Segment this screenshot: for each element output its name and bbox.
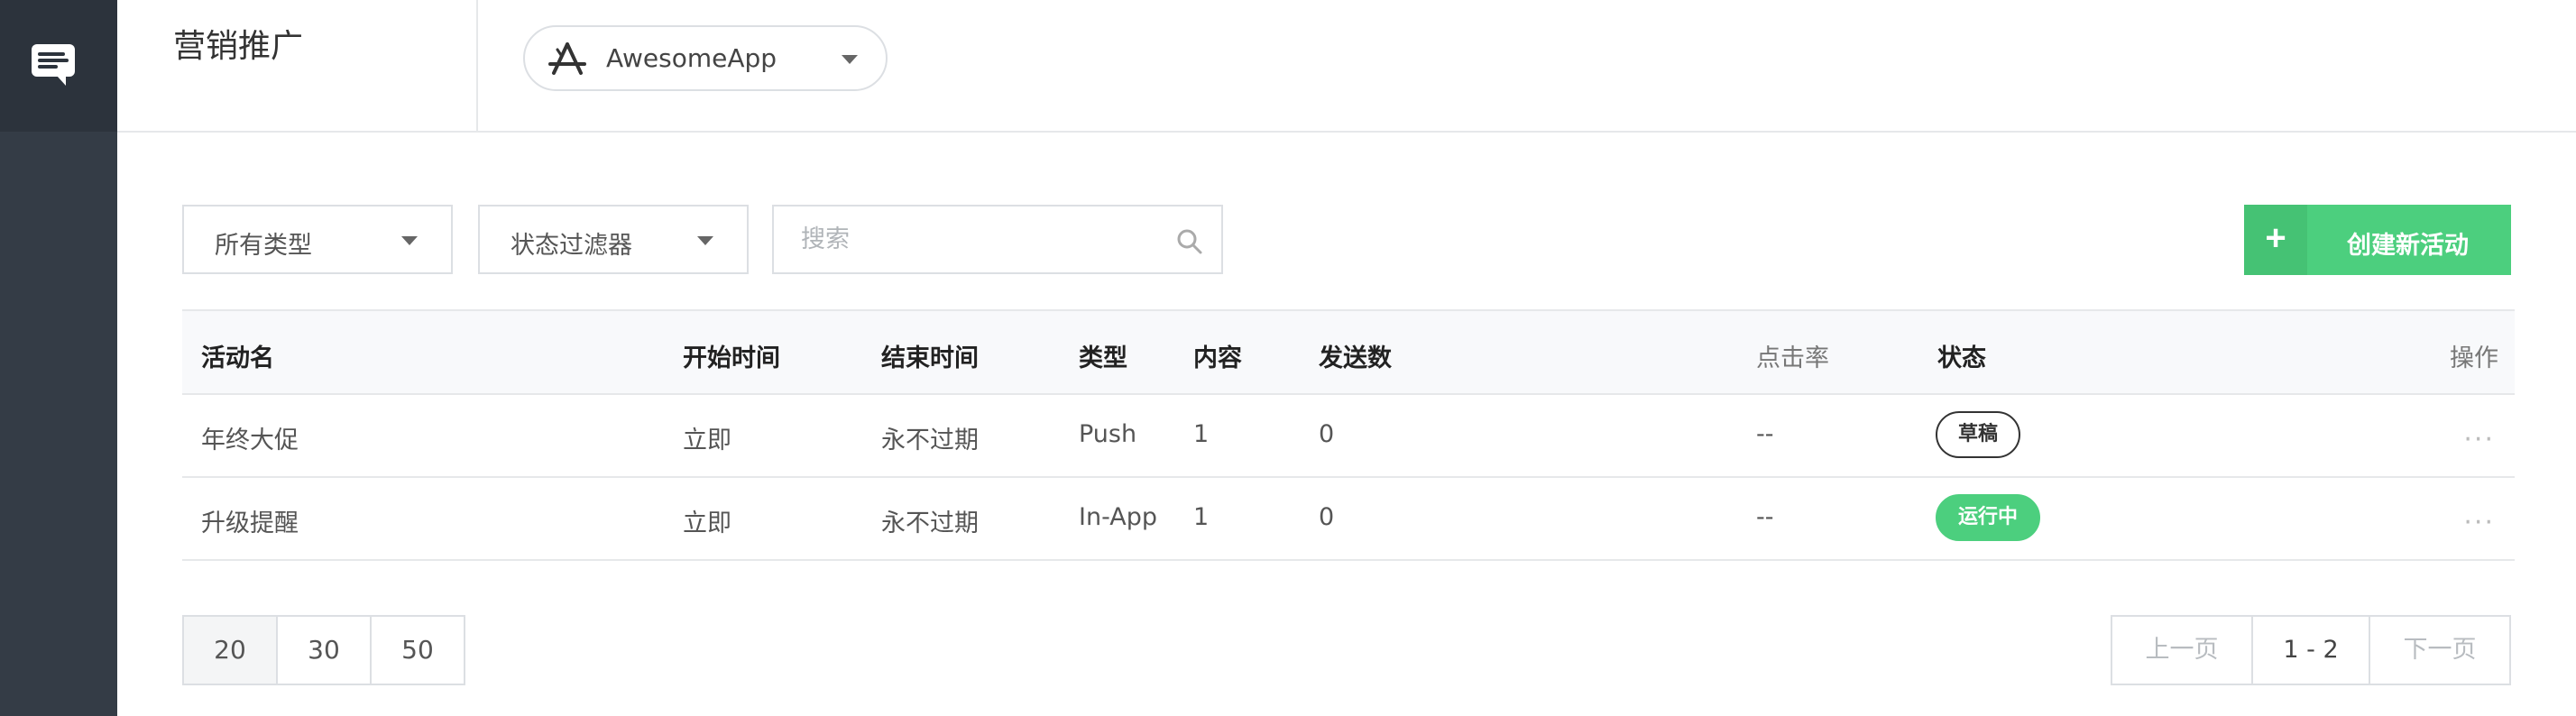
sent-count: 0	[1319, 420, 1335, 448]
next-page-button[interactable]: 下一页	[2369, 615, 2511, 685]
click-rate: --	[1756, 420, 1774, 448]
column-header-content[interactable]: 内容	[1193, 338, 1242, 373]
page-header: 营销推广 AwesomeApp	[117, 0, 2576, 133]
prev-page-button[interactable]: 上一页	[2111, 615, 2253, 685]
column-header-status[interactable]: 状态	[1937, 338, 1986, 373]
end-time: 永不过期	[881, 427, 979, 454]
campaign-type: Push	[1079, 420, 1137, 448]
content-count: 1	[1193, 420, 1210, 448]
search-icon[interactable]	[1176, 228, 1203, 255]
campaign-name[interactable]: 年终大促	[201, 420, 299, 455]
chat-bubble-icon	[32, 44, 75, 86]
create-campaign-button[interactable]: + 创建新活动	[2244, 205, 2511, 275]
more-actions-icon[interactable]: ···	[2463, 509, 2495, 537]
click-rate: --	[1756, 503, 1774, 531]
chevron-down-icon	[697, 236, 713, 245]
page-size-selector: 20 30 50	[182, 615, 465, 685]
table-row[interactable]: 升级提醒 立即 永不过期 In-App 1 0 -- 运行中 ···	[182, 478, 2515, 561]
chevron-down-icon	[401, 236, 418, 245]
page-size-option[interactable]: 30	[276, 615, 372, 685]
app-selector-value: AwesomeApp	[606, 43, 777, 73]
header-divider	[476, 0, 478, 133]
more-actions-icon[interactable]: ···	[2463, 427, 2495, 454]
pagination: 上一页 1 - 2 下一页	[2111, 615, 2511, 685]
app-store-icon	[548, 42, 586, 75]
page-title: 营销推广	[173, 28, 304, 65]
campaign-name[interactable]: 升级提醒	[201, 503, 299, 538]
table-header: 活动名 开始时间 结束时间 类型 内容 发送数 点击率 状态 操作	[182, 311, 2515, 395]
status-filter-dropdown[interactable]: 状态过滤器	[478, 205, 749, 274]
table-row[interactable]: 年终大促 立即 永不过期 Push 1 0 -- 草稿 ···	[182, 395, 2515, 478]
column-header-ctr: 点击率	[1756, 344, 1829, 372]
content-count: 1	[1193, 503, 1210, 531]
column-header-action: 操作	[2450, 344, 2498, 372]
start-time: 立即	[683, 427, 731, 454]
search-input[interactable]	[774, 207, 1221, 272]
type-filter-dropdown[interactable]: 所有类型	[182, 205, 453, 274]
column-header-end[interactable]: 结束时间	[881, 338, 979, 373]
column-header-start[interactable]: 开始时间	[683, 338, 780, 373]
column-header-sent[interactable]: 发送数	[1319, 338, 1392, 373]
page-size-option[interactable]: 50	[370, 615, 465, 685]
chevron-down-icon	[842, 55, 858, 64]
campaign-table: 活动名 开始时间 结束时间 类型 内容 发送数 点击率 状态 操作 年终大促 立…	[182, 309, 2515, 561]
status-badge: 运行中	[1936, 494, 2041, 541]
start-time: 立即	[683, 509, 731, 537]
status-badge: 草稿	[1936, 411, 2021, 458]
sent-count: 0	[1319, 503, 1335, 531]
create-campaign-label: 创建新活动	[2347, 232, 2469, 259]
sidebar	[0, 0, 117, 716]
search-box	[772, 205, 1223, 274]
page-range: 1 - 2	[2251, 615, 2370, 685]
sidebar-logo-area[interactable]	[0, 0, 117, 132]
campaign-type: In-App	[1079, 503, 1157, 531]
type-filter-value: 所有类型	[215, 232, 312, 260]
page-size-option[interactable]: 20	[182, 615, 278, 685]
end-time: 永不过期	[881, 509, 979, 537]
plus-icon: +	[2244, 205, 2307, 275]
column-header-type[interactable]: 类型	[1079, 338, 1127, 373]
status-filter-value: 状态过滤器	[511, 232, 632, 260]
column-header-name[interactable]: 活动名	[201, 338, 274, 373]
app-selector-dropdown[interactable]: AwesomeApp	[523, 25, 888, 91]
